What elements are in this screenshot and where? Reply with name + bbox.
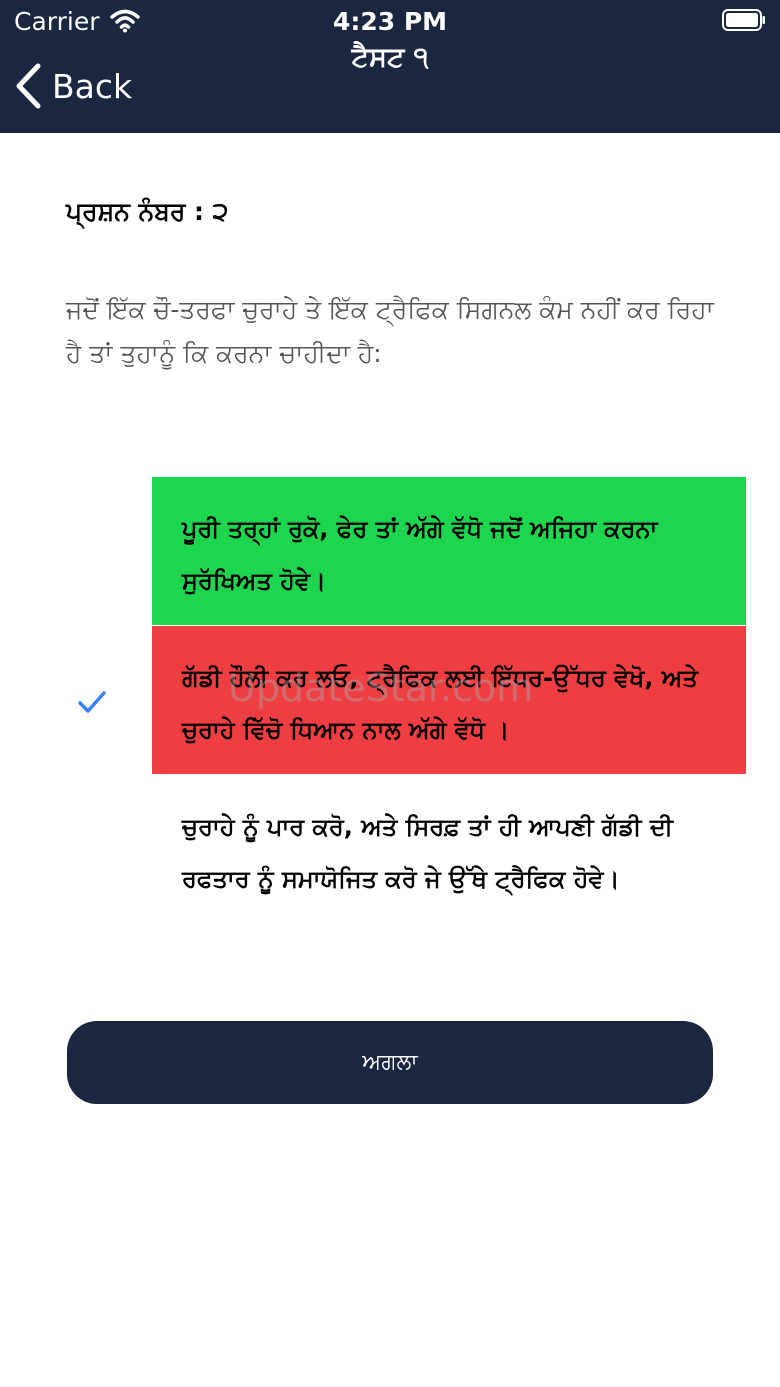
option-selected-wrong[interactable]: ਗੱਡੀ ਹੌਲੀ ਕਰ ਲਓ, ਟ੍ਰੈਫਿਕ ਲਈ ਇੱਧਰ-ਉੱਧਰ ਵੇ… <box>152 626 746 774</box>
navigation-bar: Carrier 4:23 PM ਟੈਸਟ ੧ Back <box>0 0 780 133</box>
next-button-label: ਅਗਲਾ <box>362 1050 418 1075</box>
question-number: ਪ੍ਰਸ਼ਨ ਨੰਬਰ : ੨ <box>66 197 229 226</box>
option-text: ਪੂਰੀ ਤਰ੍ਹਾਂ ਰੁਕੋ, ਫੇਰ ਤਾਂ ਅੱਗੇ ਵੱਧੋ ਜਦੋਂ… <box>182 515 658 595</box>
back-button[interactable]: Back <box>14 60 132 112</box>
option-correct[interactable]: ਪੂਰੀ ਤਰ੍ਹਾਂ ਰੁਕੋ, ਫੇਰ ਤਾਂ ਅੱਗੇ ਵੱਧੋ ਜਦੋਂ… <box>152 477 746 625</box>
option-text: ਚੁਰਾਹੇ ਨੂੰ ਪਾਰ ਕਰੋ, ਅਤੇ ਸਿਰਫ਼ ਤਾਂ ਹੀ ਆਪਣ… <box>182 813 673 893</box>
question-text: ਜਦੋਂ ਇੱਕ ਚੌ-ਤਰਫਾ ਚੁਰਾਹੇ ਤੇ ਇੱਕ ਟ੍ਰੈਫਿਕ ਸ… <box>66 295 714 368</box>
next-button[interactable]: ਅਗਲਾ <box>67 1021 713 1104</box>
battery-full-icon <box>722 9 765 31</box>
option-neutral[interactable]: ਚੁਰਾਹੇ ਨੂੰ ਪਾਰ ਕਰੋ, ਅਤੇ ਸਿਰਫ਼ ਤਾਂ ਹੀ ਆਪਣ… <box>152 775 746 923</box>
status-time: 4:23 PM <box>332 6 448 36</box>
back-label: Back <box>52 66 133 106</box>
option-text: ਗੱਡੀ ਹੌਲੀ ਕਰ ਲਓ, ਟ੍ਰੈਫਿਕ ਲਈ ਇੱਧਰ-ਉੱਧਰ ਵੇ… <box>182 664 698 744</box>
checkmark-icon <box>78 691 106 713</box>
chevron-left-icon <box>16 63 41 109</box>
